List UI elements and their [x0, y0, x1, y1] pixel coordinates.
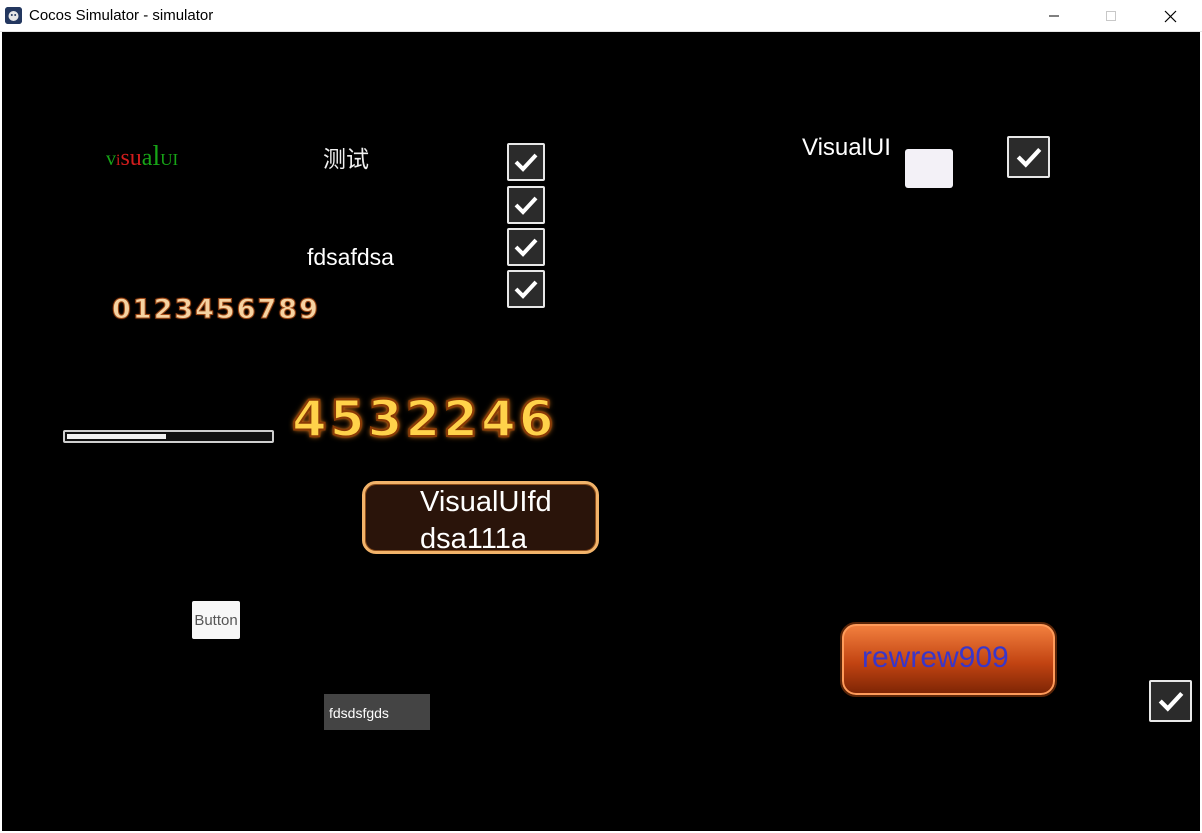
close-button[interactable] — [1147, 0, 1193, 32]
rich-text-char: a — [141, 145, 153, 171]
maximize-button[interactable] — [1088, 0, 1134, 32]
fdsafdsa-label: fdsafdsa — [307, 244, 394, 270]
checkbox-top-right[interactable] — [1007, 136, 1050, 178]
text-input-field[interactable]: fdsdsfgds — [324, 694, 430, 730]
progress-fill — [67, 434, 166, 439]
window-title: Cocos Simulator - simulator — [29, 7, 214, 24]
checkbox-1[interactable] — [507, 143, 545, 181]
progress-slider[interactable] — [63, 430, 274, 443]
checkmark-icon — [514, 196, 538, 215]
small-button[interactable]: Button — [192, 601, 240, 639]
orange-button-label: rewrew909 — [862, 641, 1009, 674]
brown-button-label: VisualUIfd dsa111a — [420, 486, 552, 555]
rich-text-char: v — [106, 148, 116, 170]
checkbox-3[interactable] — [507, 228, 545, 266]
visual-ui-rich-text: visualUI — [106, 141, 178, 177]
visualui-label: VisualUI — [802, 134, 891, 161]
checkmark-icon — [1158, 691, 1183, 712]
checkbox-bottom-right[interactable] — [1149, 680, 1192, 722]
bitmap-digits-label: 0123456789 — [112, 294, 320, 326]
rich-text-char: I — [172, 150, 179, 169]
checkbox-4[interactable] — [507, 270, 545, 308]
orange-button[interactable]: rewrew909 — [840, 622, 1057, 697]
close-icon — [1164, 10, 1176, 22]
white-image-box — [905, 149, 953, 188]
rich-text-char: s — [120, 145, 130, 171]
visualui-brown-button[interactable]: VisualUIfd dsa111a — [362, 481, 599, 555]
chinese-test-label: 测试 — [323, 147, 369, 173]
rich-text-char: U — [160, 150, 173, 169]
rich-text-char: u — [129, 145, 142, 171]
checkmark-icon — [1016, 147, 1041, 168]
minimize-button[interactable] — [1031, 0, 1077, 32]
big-score-label: 4532246 — [291, 389, 557, 449]
checkmark-icon — [514, 153, 538, 172]
maximize-icon — [1106, 11, 1116, 21]
checkbox-2[interactable] — [507, 186, 545, 224]
minimize-icon — [1049, 15, 1059, 17]
checkmark-icon — [514, 280, 538, 299]
checkmark-icon — [514, 238, 538, 257]
title-bar: Cocos Simulator - simulator — [0, 0, 1202, 32]
rich-text-char: l — [152, 141, 161, 172]
cocos-app-icon — [5, 7, 22, 24]
